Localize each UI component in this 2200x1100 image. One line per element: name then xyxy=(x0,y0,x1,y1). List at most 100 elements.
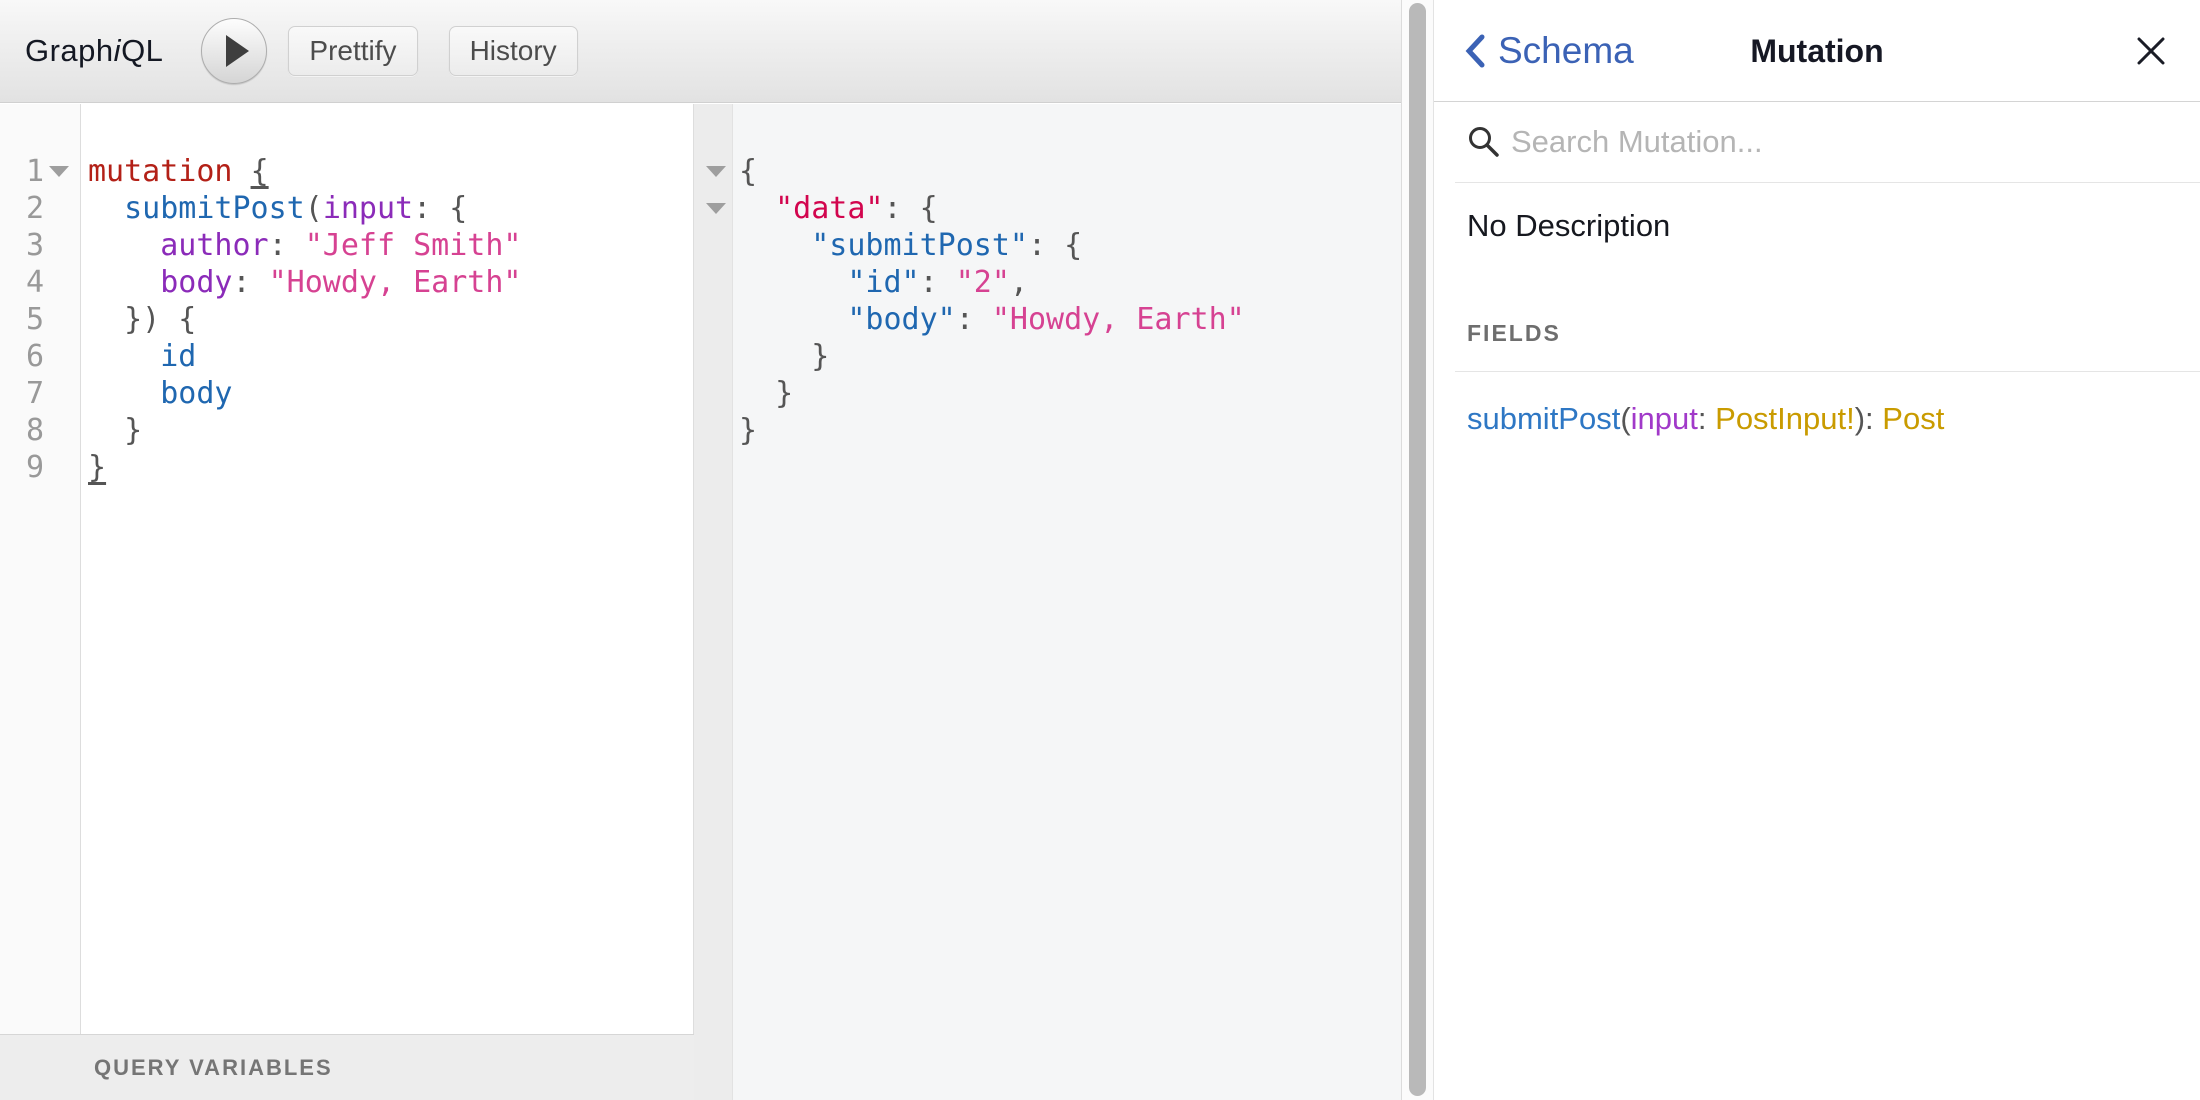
code-token: { xyxy=(739,154,757,189)
code-line[interactable]: } xyxy=(694,375,1401,412)
code-token: : { xyxy=(1028,228,1082,263)
code-token xyxy=(739,191,775,226)
doc-search-input[interactable] xyxy=(1511,124,2131,160)
search-icon xyxy=(1467,125,1501,159)
code-token xyxy=(88,339,160,374)
toolbar: GraphiQL Prettify History xyxy=(0,0,1401,103)
code-token: ( xyxy=(305,191,323,226)
code-line[interactable]: 4 body: "Howdy, Earth" xyxy=(0,264,693,301)
fold-cell xyxy=(44,166,81,177)
code-line[interactable]: 9} xyxy=(0,449,693,486)
code-token: , xyxy=(1010,265,1028,300)
fields-separator xyxy=(1455,371,2200,372)
fields-section-title: FIELDS xyxy=(1467,320,2200,347)
fold-arrow-icon[interactable] xyxy=(49,166,69,177)
code-token: ( xyxy=(1620,401,1630,436)
code-line[interactable]: "body": "Howdy, Earth" xyxy=(694,301,1401,338)
code-token: author xyxy=(160,228,268,263)
logo-text-post: QL xyxy=(121,33,163,68)
doc-title: Mutation xyxy=(1434,33,2200,70)
code-line[interactable]: 2 submitPost(input: { xyxy=(0,190,693,227)
fold-cell xyxy=(694,166,733,177)
doc-header: Schema Mutation xyxy=(1434,0,2200,102)
code-line[interactable]: } xyxy=(694,338,1401,375)
code-token: { xyxy=(251,154,269,189)
code-token: submitPost xyxy=(1467,401,1620,436)
line-number: 6 xyxy=(0,338,44,375)
code-line[interactable]: 6 id xyxy=(0,338,693,375)
doc-search-row xyxy=(1434,102,2200,182)
history-button[interactable]: History xyxy=(449,26,578,76)
code-text: } xyxy=(733,375,793,412)
code-token: : xyxy=(1698,401,1715,436)
logo-text-italic-i: i xyxy=(114,33,121,68)
code-token: : xyxy=(269,228,305,263)
code-token: "Howdy, Earth" xyxy=(992,302,1245,337)
scrollbar-thumb[interactable] xyxy=(1409,3,1426,1096)
graphiql-logo: GraphiQL xyxy=(25,33,163,69)
play-icon xyxy=(226,35,249,67)
fold-arrow-icon[interactable] xyxy=(706,203,726,214)
code-text: "body": "Howdy, Earth" xyxy=(733,301,1245,338)
response-pane[interactable]: { "data": { "submitPost": { "id": "2", "… xyxy=(694,104,1401,1100)
code-token: : xyxy=(920,265,956,300)
fold-arrow-icon[interactable] xyxy=(706,166,726,177)
code-token: : xyxy=(956,302,992,337)
code-token xyxy=(739,228,811,263)
code-line[interactable]: "data": { xyxy=(694,190,1401,227)
field-item-submitPost[interactable]: submitPost(input: PostInput!): Post xyxy=(1467,401,2200,437)
code-token: } xyxy=(739,413,757,448)
response-code: { "data": { "submitPost": { "id": "2", "… xyxy=(694,104,1401,449)
query-code: 1 mutation {2 submitPost(input: {3 author… xyxy=(0,104,693,486)
close-icon[interactable] xyxy=(2136,36,2166,66)
code-line[interactable]: "submitPost": { xyxy=(694,227,1401,264)
code-token: "data" xyxy=(775,191,883,226)
doc-panel-scrollbar[interactable] xyxy=(1401,0,1434,1100)
code-text: body xyxy=(81,375,233,412)
code-text: } xyxy=(733,412,757,449)
code-text: "data": { xyxy=(733,190,938,227)
code-token: body xyxy=(160,376,232,411)
code-text: } xyxy=(81,449,106,486)
code-line[interactable]: 5 }) { xyxy=(0,301,693,338)
code-token: } xyxy=(88,450,106,485)
query-editor-pane[interactable]: 1 mutation {2 submitPost(input: {3 author… xyxy=(0,104,694,1100)
fold-cell xyxy=(694,203,733,214)
code-line[interactable]: 7 body xyxy=(0,375,693,412)
code-line[interactable]: 3 author: "Jeff Smith" xyxy=(0,227,693,264)
code-line[interactable]: 1 mutation { xyxy=(0,153,693,190)
code-token: "id" xyxy=(847,265,919,300)
code-token: : xyxy=(233,265,269,300)
code-line[interactable]: 8 } xyxy=(0,412,693,449)
code-text: mutation { xyxy=(81,153,269,190)
code-token: }) { xyxy=(88,302,196,337)
code-line[interactable]: { xyxy=(694,153,1401,190)
code-token: body xyxy=(160,265,232,300)
code-token: id xyxy=(160,339,196,374)
code-token: "submitPost" xyxy=(811,228,1028,263)
line-number: 5 xyxy=(0,301,44,338)
code-token: } xyxy=(88,413,142,448)
code-token: : { xyxy=(884,191,938,226)
code-text: "submitPost": { xyxy=(733,227,1082,264)
search-separator xyxy=(1455,182,2200,183)
prettify-button[interactable]: Prettify xyxy=(288,26,417,76)
code-line[interactable]: "id": "2", xyxy=(694,264,1401,301)
code-token xyxy=(88,376,160,411)
line-number: 7 xyxy=(0,375,44,412)
code-token: "2" xyxy=(956,265,1010,300)
doc-explorer-panel: Schema Mutation No Description FIELDS su… xyxy=(1434,0,2200,1100)
code-line[interactable]: } xyxy=(694,412,1401,449)
line-number: 3 xyxy=(0,227,44,264)
code-token: } xyxy=(739,376,793,411)
code-token: "Howdy, Earth" xyxy=(269,265,522,300)
code-token: ): xyxy=(1855,401,1883,436)
line-number: 1 xyxy=(0,153,44,190)
code-text: } xyxy=(81,412,142,449)
code-text: id xyxy=(81,338,196,375)
code-token: input xyxy=(1631,401,1698,436)
query-variables-bar[interactable]: QUERY VARIABLES xyxy=(0,1034,694,1100)
line-number: 2 xyxy=(0,190,44,227)
code-token xyxy=(88,191,124,226)
execute-query-button[interactable] xyxy=(201,18,267,84)
